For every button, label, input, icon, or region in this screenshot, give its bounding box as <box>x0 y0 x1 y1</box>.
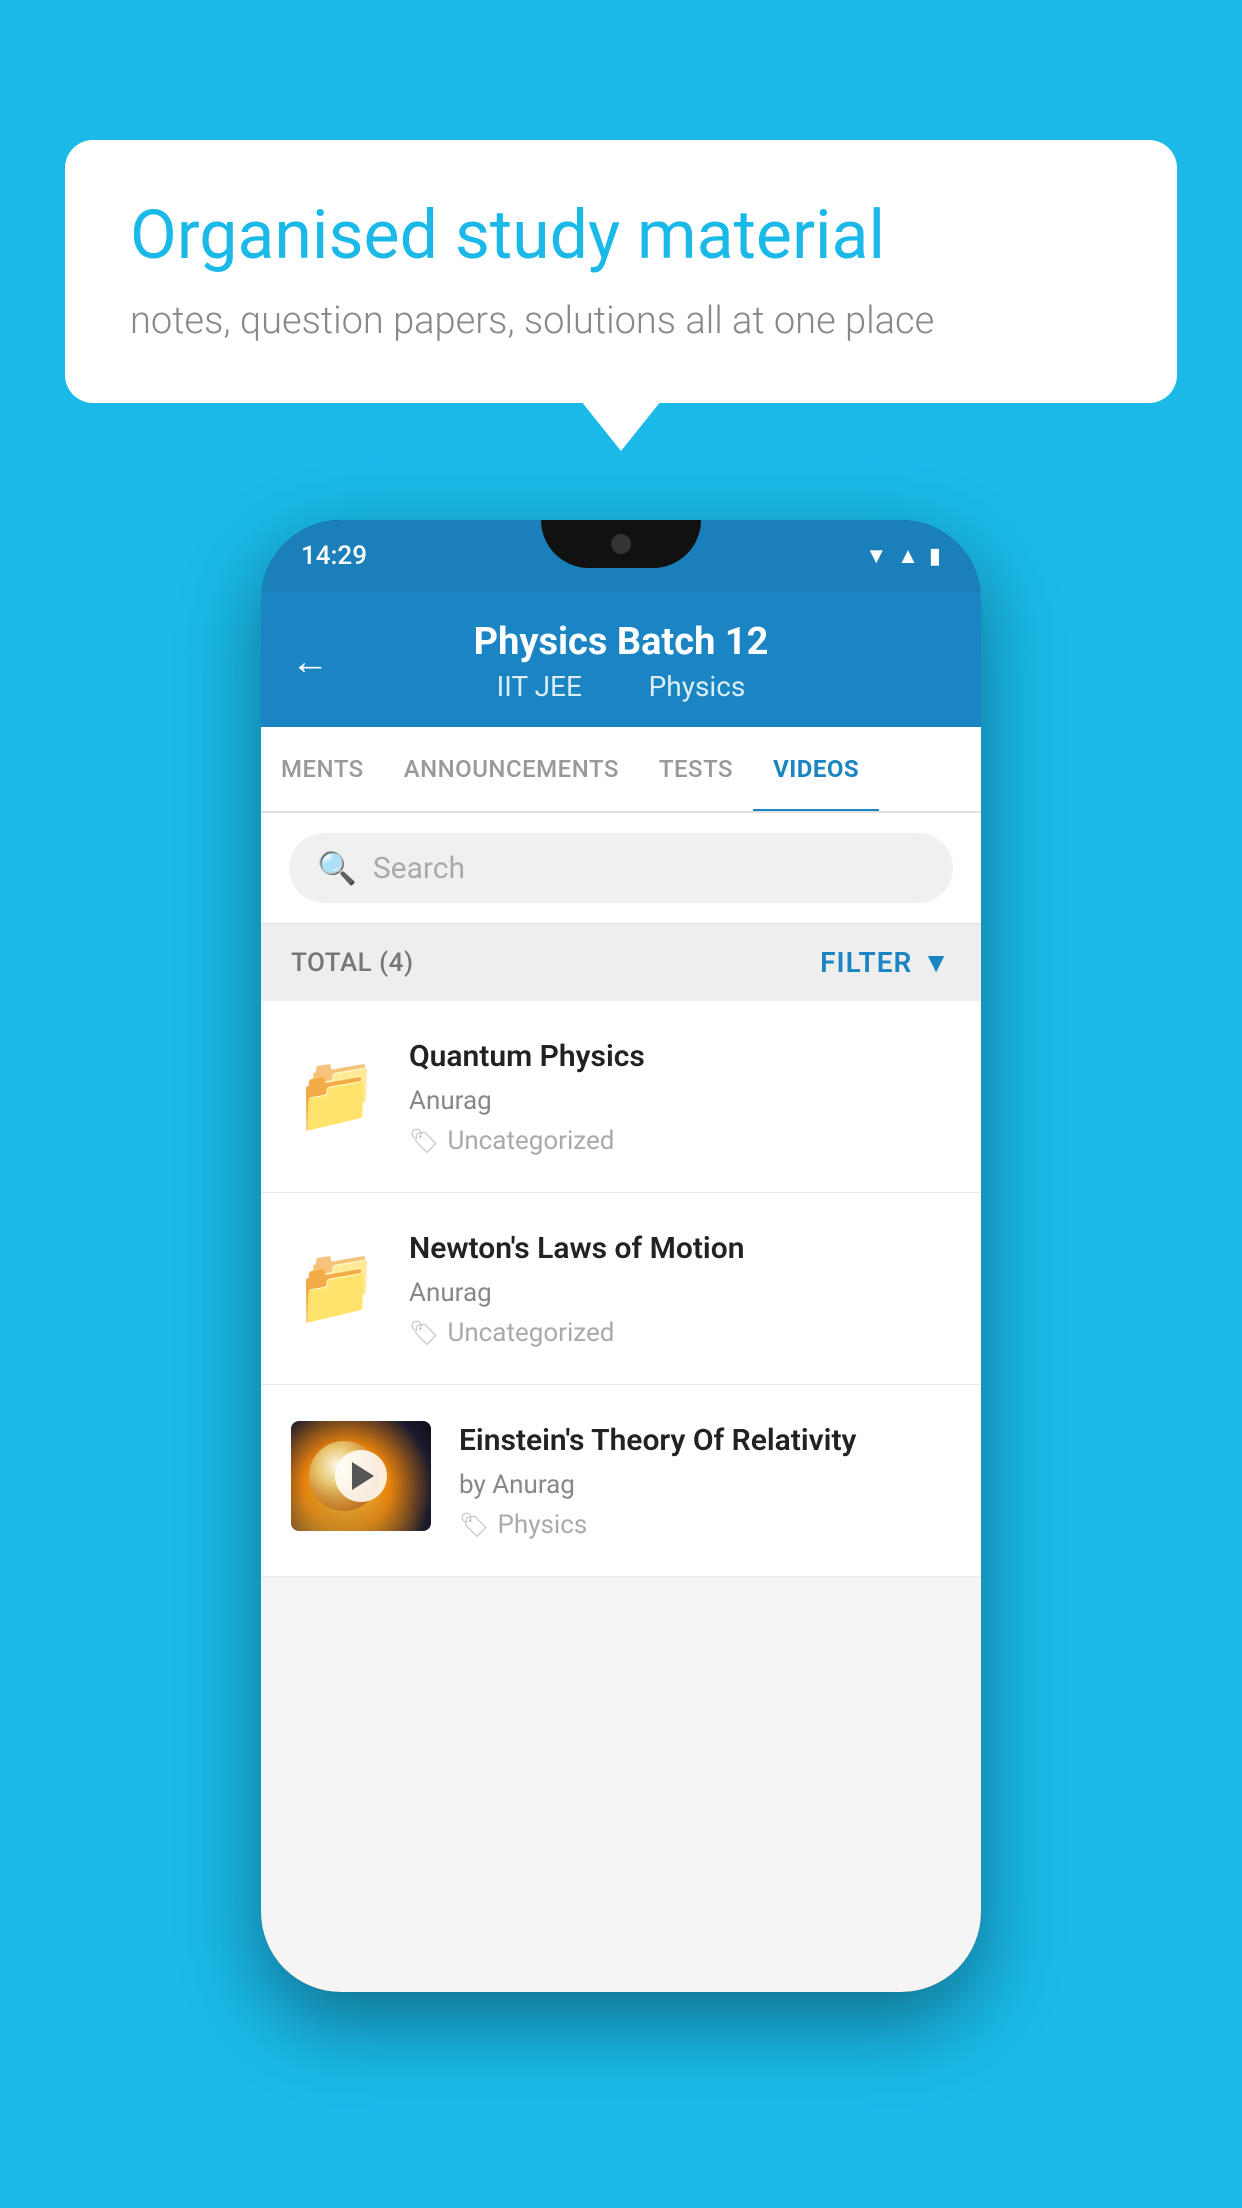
video-author: by Anurag <box>459 1470 951 1500</box>
video-tag: 🏷 Physics <box>459 1510 951 1540</box>
header-title-area: Physics Batch 12 IIT JEE Physics <box>349 620 893 703</box>
folder-icon-newton: 📁 📁 <box>291 1237 381 1327</box>
folder-front-icon: 📁 <box>296 1065 373 1138</box>
list-item[interactable]: 📁 📁 Quantum Physics Anurag 🏷 Uncategoriz… <box>261 1001 981 1193</box>
total-count: TOTAL (4) <box>291 948 414 978</box>
back-button[interactable]: ← <box>291 640 329 684</box>
filter-icon: ▼ <box>922 946 951 979</box>
tag-icon: 🏷 <box>409 1127 439 1155</box>
list-item[interactable]: Einstein's Theory Of Relativity by Anura… <box>261 1385 981 1577</box>
video-author: Anurag <box>409 1086 951 1116</box>
header-subtitle: IIT JEE Physics <box>349 670 893 703</box>
status-bar: 14:29 ▼ ▲ ▮ <box>261 520 981 592</box>
phone-frame: 14:29 ▼ ▲ ▮ ← Physics Batch 12 IIT JEE <box>261 520 981 1992</box>
play-icon <box>352 1462 374 1490</box>
phone-wrapper: 14:29 ▼ ▲ ▮ ← Physics Batch 12 IIT JEE <box>261 520 981 1992</box>
video-title: Einstein's Theory Of Relativity <box>459 1421 951 1460</box>
speech-bubble-container: Organised study material notes, question… <box>65 140 1177 403</box>
video-title: Newton's Laws of Motion <box>409 1229 951 1268</box>
subtitle-iit: IIT JEE <box>497 670 582 703</box>
wifi-icon: ▼ <box>865 543 887 569</box>
tab-ments[interactable]: MENTS <box>261 727 384 811</box>
search-icon: 🔍 <box>317 849 357 887</box>
status-time: 14:29 <box>301 541 367 571</box>
folder-front-icon: 📁 <box>296 1257 373 1330</box>
header-title: Physics Batch 12 <box>349 620 893 664</box>
list-item[interactable]: 📁 📁 Newton's Laws of Motion Anurag 🏷 Unc… <box>261 1193 981 1385</box>
battery-icon: ▮ <box>929 544 941 569</box>
thumbnail-bg <box>291 1421 431 1531</box>
play-button[interactable] <box>335 1450 387 1502</box>
video-author: Anurag <box>409 1278 951 1308</box>
tab-announcements[interactable]: ANNOUNCEMENTS <box>384 727 639 811</box>
video-info-newton: Newton's Laws of Motion Anurag 🏷 Uncateg… <box>409 1229 951 1348</box>
tab-tests[interactable]: TESTS <box>639 727 753 811</box>
video-list: 📁 📁 Quantum Physics Anurag 🏷 Uncategoriz… <box>261 1001 981 1577</box>
filter-button[interactable]: FILTER ▼ <box>820 946 951 979</box>
speech-bubble: Organised study material notes, question… <box>65 140 1177 403</box>
subtitle-physics: Physics <box>649 670 746 703</box>
video-tag: 🏷 Uncategorized <box>409 1318 951 1348</box>
bubble-subtitle: notes, question papers, solutions all at… <box>130 299 1112 343</box>
tag-icon: 🏷 <box>409 1319 439 1347</box>
app-header: ← Physics Batch 12 IIT JEE Physics <box>261 592 981 727</box>
double-folder-icon: 📁 📁 <box>296 1053 376 1128</box>
video-title: Quantum Physics <box>409 1037 951 1076</box>
tab-videos[interactable]: VIDEOS <box>753 727 879 811</box>
tag-label: Uncategorized <box>447 1318 614 1348</box>
tag-icon: 🏷 <box>459 1511 489 1539</box>
status-icons: ▼ ▲ ▮ <box>865 543 941 569</box>
phone-notch <box>541 520 701 568</box>
subtitle-sep <box>605 670 626 703</box>
search-container: 🔍 Search <box>261 813 981 924</box>
filter-label: FILTER <box>820 946 912 979</box>
camera <box>611 534 631 554</box>
video-thumbnail-einstein <box>291 1421 431 1531</box>
search-placeholder: Search <box>373 851 465 886</box>
video-info-quantum: Quantum Physics Anurag 🏷 Uncategorized <box>409 1037 951 1156</box>
phone-screen: ← Physics Batch 12 IIT JEE Physics MENTS <box>261 592 981 1992</box>
video-tag: 🏷 Uncategorized <box>409 1126 951 1156</box>
filter-bar: TOTAL (4) FILTER ▼ <box>261 924 981 1001</box>
video-info-einstein: Einstein's Theory Of Relativity by Anura… <box>459 1421 951 1540</box>
signal-icon: ▲ <box>897 543 919 569</box>
folder-icon-quantum: 📁 📁 <box>291 1045 381 1135</box>
bubble-title: Organised study material <box>130 195 1112 277</box>
tag-label: Physics <box>497 1510 587 1540</box>
tag-label: Uncategorized <box>447 1126 614 1156</box>
double-folder-icon: 📁 📁 <box>296 1245 376 1320</box>
search-bar[interactable]: 🔍 Search <box>289 833 953 903</box>
tab-bar: MENTS ANNOUNCEMENTS TESTS VIDEOS <box>261 727 981 813</box>
